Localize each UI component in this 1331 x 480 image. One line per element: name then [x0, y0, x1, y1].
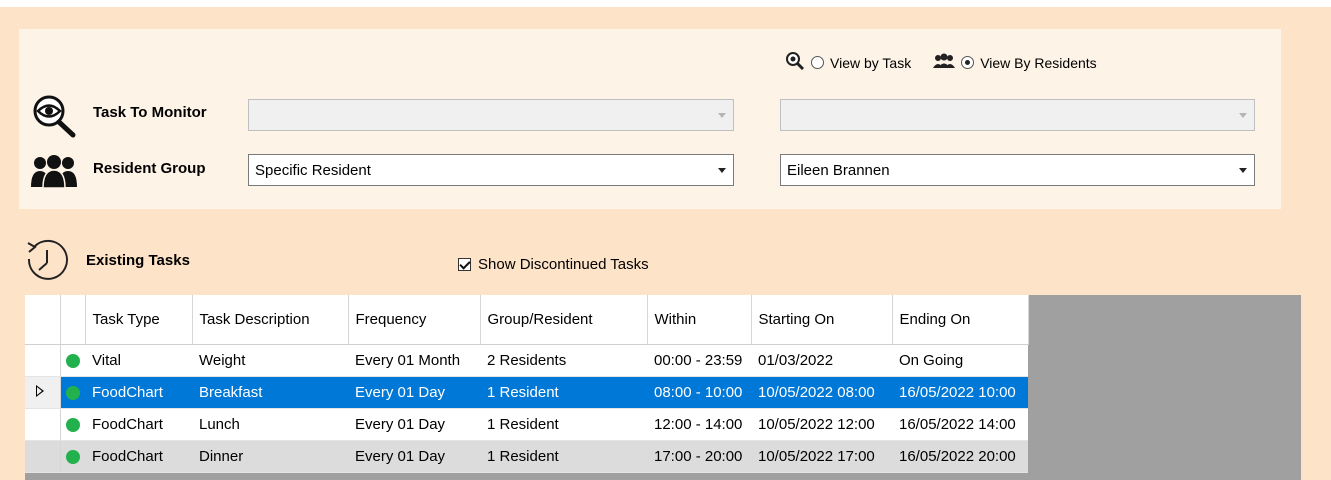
resident-group-value: Specific Resident [255, 161, 371, 179]
status-column-header [60, 295, 86, 345]
show-discontinued-label[interactable]: Show Discontinued Tasks [478, 256, 649, 273]
group-resident-cell[interactable]: 1 Resident [480, 408, 647, 441]
task-dropdown[interactable] [780, 99, 1255, 131]
tasks-table: Task Type Task Description Frequency Gro… [25, 295, 1029, 473]
ending-on-cell[interactable]: 16/05/2022 20:00 [892, 440, 1028, 473]
chevron-down-icon[interactable] [1232, 100, 1254, 130]
task-type-cell[interactable]: FoodChart [85, 408, 192, 441]
chevron-down-icon[interactable] [711, 155, 733, 185]
row-selector[interactable] [25, 376, 61, 409]
task-type-cell[interactable]: FoodChart [85, 376, 192, 409]
table-row[interactable]: FoodChart Dinner Every 01 Day 1 Resident 17:… [25, 440, 1028, 473]
frequency-cell[interactable]: Every 01 Day [348, 376, 480, 409]
group-resident-cell[interactable]: 1 Resident [480, 440, 647, 473]
view-toggle: View by Task View By Residents [785, 52, 1097, 73]
show-discontinued-checkbox[interactable] [458, 258, 471, 271]
within-cell[interactable]: 17:00 - 20:00 [647, 440, 751, 473]
row-selector[interactable] [25, 440, 61, 473]
column-header-within[interactable]: Within [647, 295, 752, 345]
task-type-cell[interactable]: Vital [85, 344, 192, 377]
frequency-cell[interactable]: Every 01 Month [348, 344, 480, 377]
view-by-residents-radio[interactable] [961, 56, 975, 69]
within-cell[interactable]: 12:00 - 14:00 [647, 408, 751, 441]
resident-value: Eileen Brannen [787, 161, 890, 179]
table-row[interactable]: FoodChart Lunch Every 01 Day 1 Resident 12:0… [25, 408, 1028, 441]
resident-group-dropdown[interactable]: Specific Resident [248, 154, 734, 186]
chevron-down-icon[interactable] [711, 100, 733, 130]
clock-history-icon [24, 238, 70, 288]
starting-on-cell[interactable]: 10/05/2022 12:00 [751, 408, 892, 441]
table-row[interactable]: FoodChart Breakfast Every 01 Day 1 Resident… [25, 376, 1028, 409]
chevron-down-icon[interactable] [1232, 155, 1254, 185]
row-header-corner [25, 295, 61, 345]
row-selector[interactable] [25, 408, 61, 441]
status-cell [60, 344, 85, 377]
column-header-starting-on[interactable]: Starting On [751, 295, 893, 345]
view-by-residents-label[interactable]: View By Residents [980, 55, 1096, 71]
status-dot-icon [65, 417, 80, 432]
group-resident-cell[interactable]: 1 Resident [480, 376, 647, 409]
status-cell [60, 376, 85, 409]
within-cell[interactable]: 08:00 - 10:00 [647, 376, 751, 409]
column-header-ending-on[interactable]: Ending On [892, 295, 1029, 345]
status-cell [60, 440, 85, 473]
table-row[interactable]: Vital Weight Every 01 Month 2 Residents 00:0… [25, 344, 1028, 377]
existing-tasks-title: Existing Tasks [86, 252, 190, 269]
column-header-task-type[interactable]: Task Type [85, 295, 193, 345]
status-cell [60, 408, 85, 441]
within-cell[interactable]: 00:00 - 23:59 [647, 344, 751, 377]
table-header-row: Task Type Task Description Frequency Gro… [25, 295, 1029, 345]
frequency-cell[interactable]: Every 01 Day [348, 408, 480, 441]
residents-group-icon [933, 53, 956, 72]
resident-group-icon [31, 153, 77, 193]
starting-on-cell[interactable]: 10/05/2022 08:00 [751, 376, 892, 409]
task-description-cell[interactable]: Lunch [192, 408, 348, 441]
task-to-monitor-label: Task To Monitor [93, 104, 207, 121]
magnifier-eye-icon [785, 52, 805, 73]
show-discontinued-toggle[interactable]: Show Discontinued Tasks [458, 256, 649, 273]
task-description-cell[interactable]: Weight [192, 344, 348, 377]
view-by-task-label[interactable]: View by Task [830, 55, 911, 71]
view-by-task-radio[interactable] [811, 56, 824, 69]
task-description-cell[interactable]: Dinner [192, 440, 348, 473]
row-selector[interactable] [25, 344, 61, 377]
group-resident-cell[interactable]: 2 Residents [480, 344, 647, 377]
eye-search-icon [31, 94, 77, 142]
starting-on-cell[interactable]: 01/03/2022 [751, 344, 892, 377]
tasks-grid: Task Type Task Description Frequency Gro… [25, 295, 1301, 480]
top-strip [0, 0, 1331, 7]
status-dot-icon [65, 385, 80, 400]
status-dot-icon [65, 449, 80, 464]
row-pointer-icon [36, 384, 44, 397]
column-header-task-description[interactable]: Task Description [192, 295, 349, 345]
task-type-dropdown[interactable] [248, 99, 734, 131]
frequency-cell[interactable]: Every 01 Day [348, 440, 480, 473]
task-description-cell[interactable]: Breakfast [192, 376, 348, 409]
column-header-group-resident[interactable]: Group/Resident [480, 295, 648, 345]
starting-on-cell[interactable]: 10/05/2022 17:00 [751, 440, 892, 473]
ending-on-cell[interactable]: 16/05/2022 14:00 [892, 408, 1028, 441]
status-dot-icon [65, 353, 80, 368]
ending-on-cell[interactable]: On Going [892, 344, 1028, 377]
resident-group-label: Resident Group [93, 160, 206, 177]
resident-dropdown[interactable]: Eileen Brannen [780, 154, 1255, 186]
task-type-cell[interactable]: FoodChart [85, 440, 192, 473]
ending-on-cell[interactable]: 16/05/2022 10:00 [892, 376, 1028, 409]
column-header-frequency[interactable]: Frequency [348, 295, 481, 345]
